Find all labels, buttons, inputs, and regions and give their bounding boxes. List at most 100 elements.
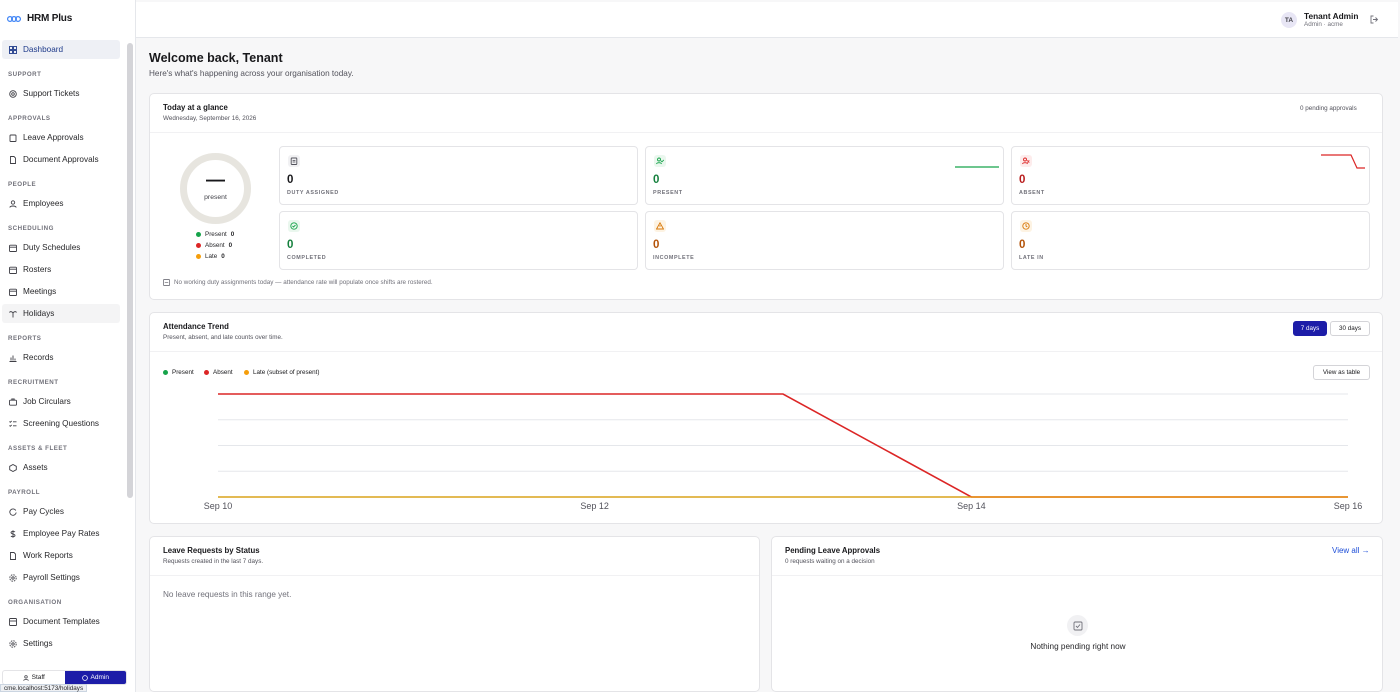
- legend-value: 0: [228, 242, 233, 249]
- section-organisation: ORGANISATION: [8, 599, 62, 606]
- role-admin-button[interactable]: Admin: [64, 671, 126, 684]
- absent-dot: [204, 370, 209, 375]
- sidebar-item-document-approvals[interactable]: Document Approvals: [2, 150, 120, 169]
- sidebar-item-label: Employee Pay Rates: [23, 529, 100, 538]
- stat-value: 0: [653, 239, 660, 251]
- empty-state-icon: [1067, 615, 1088, 636]
- legend-present: Present 0: [196, 231, 234, 238]
- view-all-link[interactable]: View all →: [1332, 546, 1370, 555]
- avatar[interactable]: TA: [1281, 12, 1297, 28]
- glance-date: Wednesday, September 16, 2026: [163, 115, 257, 122]
- range-7-days-button[interactable]: 7 days: [1293, 321, 1327, 336]
- stat-value: 0: [287, 239, 294, 251]
- divider: [772, 575, 1382, 576]
- sidebar-item-label: Assets: [23, 463, 48, 472]
- trend-title: Attendance Trend: [163, 322, 229, 331]
- app-name: HRM Plus: [27, 13, 73, 24]
- sidebar-item-dashboard[interactable]: Dashboard: [2, 40, 120, 59]
- x-tick-label: Sep 14: [957, 501, 986, 511]
- range-30-days-button[interactable]: 30 days: [1330, 321, 1370, 336]
- present-dot: [196, 232, 201, 237]
- calendar-grid-icon: [9, 266, 17, 274]
- user-check-icon: [654, 155, 666, 167]
- role-admin-label: Admin: [90, 674, 109, 681]
- shield-icon: [81, 674, 88, 681]
- stat-duty-assigned[interactable]: 0 DUTY ASSIGNED: [279, 146, 638, 205]
- stat-label: INCOMPLETE: [653, 255, 695, 261]
- sidebar-item-screening-questions[interactable]: Screening Questions: [2, 414, 120, 433]
- stat-label: DUTY ASSIGNED: [287, 190, 339, 196]
- sidebar-item-records[interactable]: Records: [2, 348, 120, 367]
- legend-value: 0: [221, 253, 225, 260]
- section-support: SUPPORT: [8, 71, 42, 78]
- late-dot: [196, 254, 201, 259]
- lifebuoy-icon: [9, 89, 17, 98]
- topbar: TA Tenant Admin Admin · acme: [136, 2, 1398, 38]
- divider: [150, 351, 1382, 352]
- stat-label: LATE IN: [1019, 255, 1044, 261]
- section-approvals: APPROVALS: [8, 115, 51, 122]
- sidebar-item-job-circulars[interactable]: Job Circulars: [2, 392, 120, 411]
- cycle-icon: [9, 507, 17, 516]
- sidebar-item-holidays[interactable]: Holidays: [2, 304, 120, 323]
- status-url: cme.localhost:5173/holidays: [0, 684, 88, 692]
- role-staff-button[interactable]: Staff: [3, 671, 65, 684]
- user-x-icon: [1020, 155, 1032, 167]
- legend-value: 0: [230, 231, 235, 238]
- sidebar-item-label: Pay Cycles: [23, 507, 64, 516]
- absent-dot: [196, 243, 201, 248]
- sidebar-item-settings[interactable]: Settings: [2, 634, 120, 653]
- late-dot: [244, 370, 249, 375]
- section-reports: REPORTS: [8, 335, 42, 342]
- stat-present[interactable]: 0 PRESENT: [645, 146, 1004, 205]
- sidebar-item-work-reports[interactable]: Work Reports: [2, 546, 120, 565]
- role-switch: Staff Admin: [2, 670, 127, 685]
- calendar-icon: [9, 244, 17, 252]
- stat-label: ABSENT: [1019, 190, 1045, 196]
- gear-icon: [9, 573, 17, 582]
- sidebar-item-label: Settings: [23, 639, 53, 648]
- stat-absent[interactable]: 0 ABSENT: [1011, 146, 1370, 205]
- sidebar-item-label: Employees: [23, 199, 64, 208]
- user-icon: [9, 199, 17, 208]
- pending-leave-title: Pending Leave Approvals: [785, 546, 881, 555]
- sidebar-scrollbar[interactable]: [127, 43, 133, 498]
- stat-late-in[interactable]: 0 LATE IN: [1011, 211, 1370, 270]
- section-scheduling: SCHEDULING: [8, 225, 54, 232]
- sidebar-item-document-templates[interactable]: Document Templates: [2, 612, 120, 631]
- x-tick-label: Sep 16: [1334, 501, 1363, 511]
- logout-icon[interactable]: [1370, 15, 1379, 24]
- section-payroll: PAYROLL: [8, 489, 41, 496]
- sidebar-item-support-tickets[interactable]: Support Tickets: [2, 84, 120, 103]
- sidebar-item-leave-approvals[interactable]: Leave Approvals: [2, 128, 120, 147]
- briefcase-icon: [9, 398, 17, 406]
- sidebar: HRM Plus Dashboard SUPPORT Support Ticke…: [0, 0, 136, 692]
- legend-label: Present: [172, 369, 194, 376]
- sidebar-item-label: Meetings: [23, 287, 57, 296]
- stat-value: 0: [1019, 239, 1026, 251]
- trend-card: Attendance Trend Present, absent, and la…: [149, 312, 1383, 524]
- clock-icon: [1020, 220, 1032, 232]
- sidebar-item-assets[interactable]: Assets: [2, 458, 120, 477]
- sidebar-item-meetings[interactable]: Meetings: [2, 282, 120, 301]
- page-title: Welcome back, Tenant: [149, 51, 283, 65]
- sidebar-item-employees[interactable]: Employees: [2, 194, 120, 213]
- user-icon: [22, 674, 29, 681]
- package-icon: [9, 463, 17, 472]
- user-role: Admin · acme: [1304, 21, 1343, 28]
- sidebar-item-payroll-settings[interactable]: Payroll Settings: [2, 568, 120, 587]
- glance-title: Today at a glance: [163, 103, 228, 112]
- stat-completed[interactable]: 0 COMPLETED: [279, 211, 638, 270]
- settings-icon: [9, 639, 17, 648]
- sidebar-item-duty-schedules[interactable]: Duty Schedules: [2, 238, 120, 257]
- sidebar-item-employee-pay-rates[interactable]: Employee Pay Rates: [2, 524, 120, 543]
- pending-leave-subtitle: 0 requests waiting on a decision: [785, 558, 875, 565]
- sidebar-item-label: Payroll Settings: [23, 573, 80, 582]
- sidebar-item-label: Holidays: [23, 309, 55, 318]
- view-as-table-button[interactable]: View as table: [1313, 365, 1370, 380]
- sidebar-item-pay-cycles[interactable]: Pay Cycles: [2, 502, 120, 521]
- file-text-icon: [10, 551, 16, 560]
- stat-incomplete[interactable]: 0 INCOMPLETE: [645, 211, 1004, 270]
- brand[interactable]: HRM Plus: [0, 0, 135, 37]
- sidebar-item-rosters[interactable]: Rosters: [2, 260, 120, 279]
